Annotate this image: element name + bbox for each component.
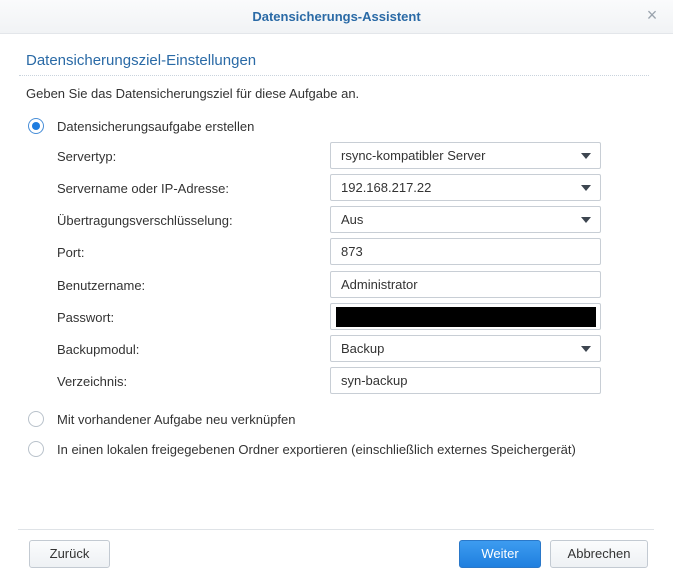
encryption-value: Aus <box>341 212 364 227</box>
server-type-select[interactable]: rsync-kompatibler Server <box>330 142 601 169</box>
backup-module-value: Backup <box>341 341 385 356</box>
username-label: Benutzername: <box>57 278 146 293</box>
export-local-label: In einen lokalen freigegebenen Ordner ex… <box>57 441 576 457</box>
port-label: Port: <box>57 245 85 260</box>
relink-task-radio[interactable] <box>28 411 44 427</box>
directory-label: Verzeichnis: <box>57 374 128 389</box>
server-name-combo[interactable]: 192.168.217.22 <box>330 174 601 201</box>
cancel-button[interactable]: Abbrechen <box>550 540 648 568</box>
section-description: Geben Sie das Datensicherungsziel für di… <box>26 86 360 101</box>
port-value: 873 <box>341 244 363 259</box>
export-local-radio[interactable] <box>28 441 44 457</box>
create-task-label: Datensicherungsaufgabe erstellen <box>57 118 255 134</box>
username-input[interactable]: Administrator <box>330 271 601 298</box>
next-button[interactable]: Weiter <box>459 540 541 568</box>
backup-module-label: Backupmodul: <box>57 342 140 357</box>
dialog-title: Datensicherungs-Assistent <box>252 9 421 24</box>
back-button[interactable]: Zurück <box>29 540 110 568</box>
create-task-radio[interactable] <box>28 118 44 134</box>
server-name-label: Servername oder IP-Adresse: <box>57 181 229 196</box>
server-type-value: rsync-kompatibler Server <box>341 148 486 163</box>
password-label: Passwort: <box>57 310 115 325</box>
chevron-down-icon[interactable] <box>581 346 591 352</box>
option-export-local[interactable]: In einen lokalen freigegebenen Ordner ex… <box>28 440 576 458</box>
server-type-label: Servertyp: <box>57 149 117 164</box>
backup-wizard-dialog: Datensicherungs-Assistent × Datensicheru… <box>0 0 673 575</box>
section-divider <box>19 75 649 76</box>
option-create-task[interactable]: Datensicherungsaufgabe erstellen <box>28 117 254 135</box>
password-redaction <box>336 307 596 327</box>
option-relink-task[interactable]: Mit vorhandener Aufgabe neu verknüpfen <box>28 410 296 428</box>
port-input[interactable]: 873 <box>330 238 601 265</box>
title-bar: Datensicherungs-Assistent × <box>0 0 673 34</box>
chevron-down-icon[interactable] <box>581 153 591 159</box>
encryption-label: Übertragungsverschlüsselung: <box>57 213 233 228</box>
password-input[interactable] <box>330 303 601 330</box>
directory-input[interactable]: syn-backup <box>330 367 601 394</box>
backup-module-select[interactable]: Backup <box>330 335 601 362</box>
username-value: Administrator <box>341 277 418 292</box>
encryption-select[interactable]: Aus <box>330 206 601 233</box>
chevron-down-icon[interactable] <box>581 217 591 223</box>
relink-task-label: Mit vorhandener Aufgabe neu verknüpfen <box>57 411 296 427</box>
server-name-value: 192.168.217.22 <box>341 180 432 195</box>
close-icon[interactable]: × <box>643 6 661 24</box>
footer-divider <box>18 529 654 530</box>
directory-value: syn-backup <box>341 373 408 388</box>
section-title: Datensicherungsziel-Einstellungen <box>26 52 257 69</box>
chevron-down-icon[interactable] <box>581 185 591 191</box>
